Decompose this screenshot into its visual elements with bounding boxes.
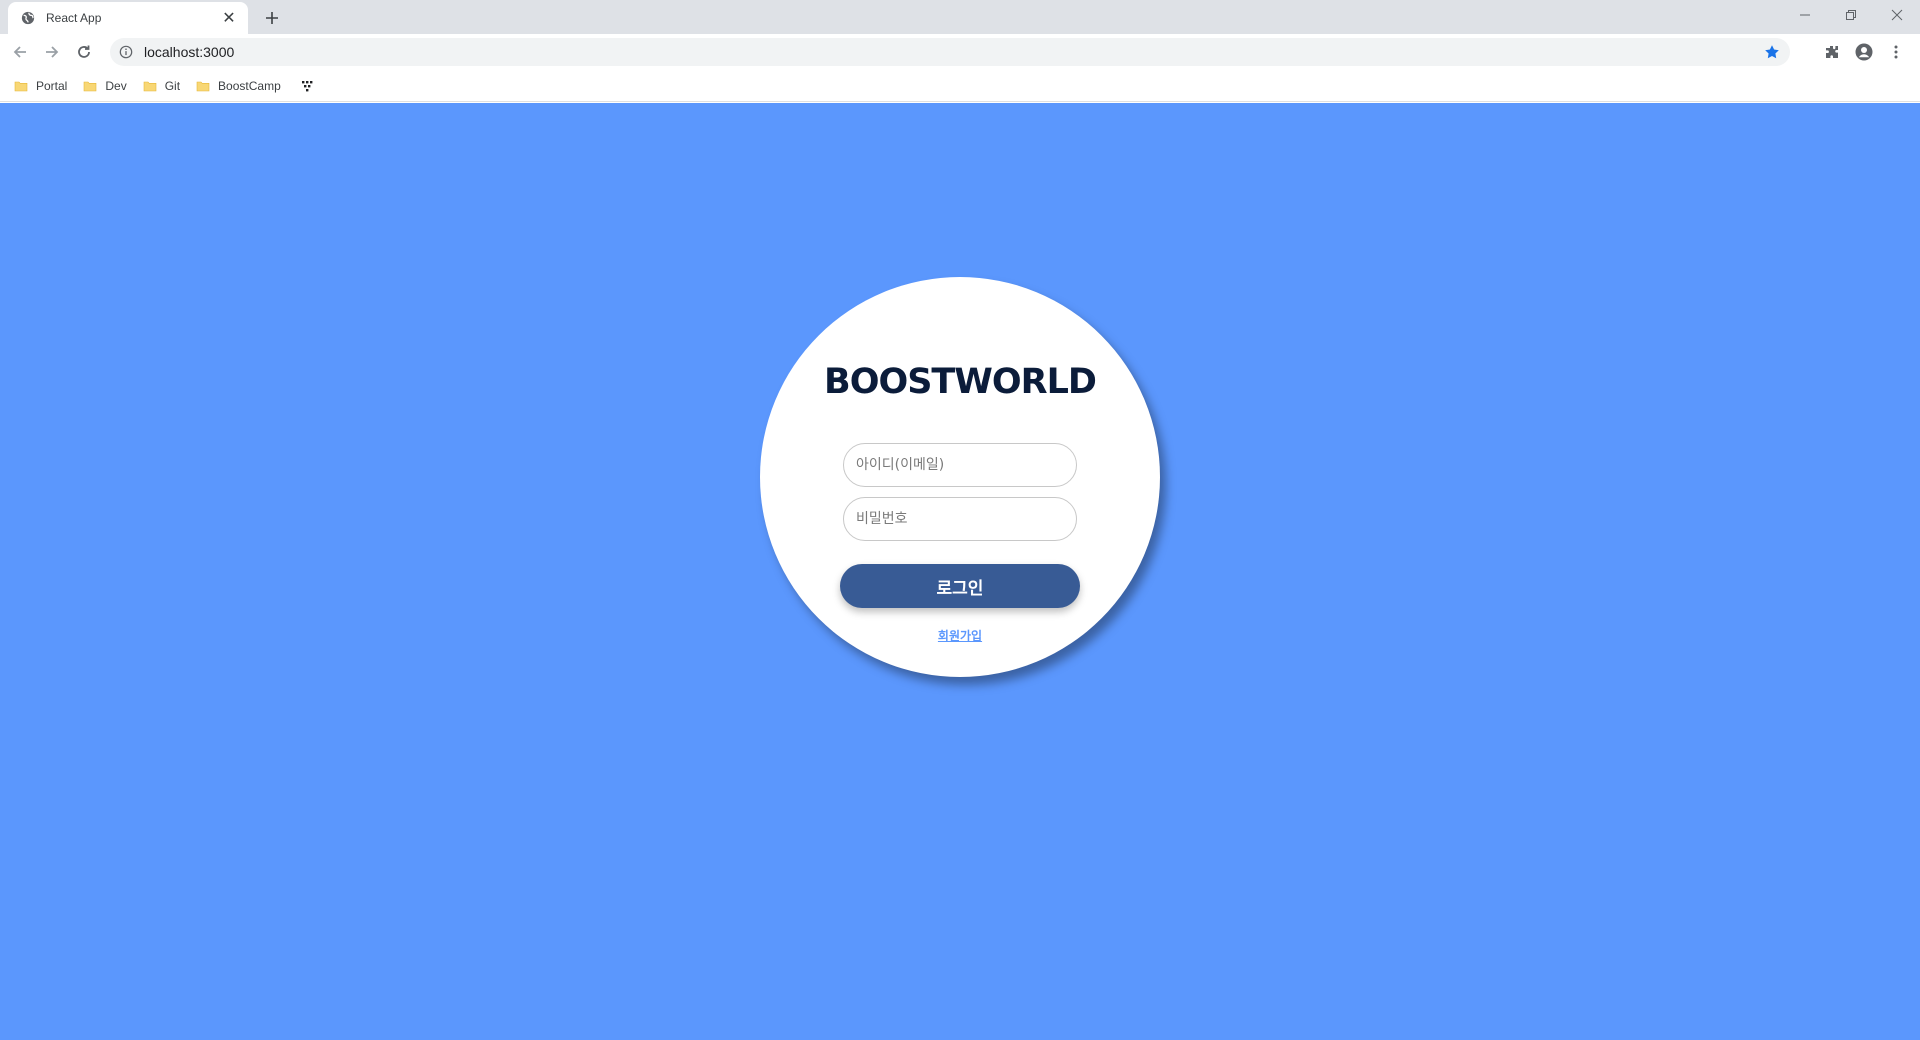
bookmark-git[interactable]: Git xyxy=(139,74,188,98)
password-field[interactable] xyxy=(843,497,1077,541)
plus-icon xyxy=(266,12,278,24)
forward-button[interactable] xyxy=(38,38,66,66)
login-panel: BOOSTWORLD 로그인 회원가입 xyxy=(760,277,1160,677)
browser-toolbar: localhost:3000 xyxy=(0,34,1920,70)
toolbar-actions xyxy=(1816,38,1912,66)
restore-button[interactable] xyxy=(1828,0,1874,30)
bookmarks-bar: Portal Dev Git BoostCamp xyxy=(0,70,1920,102)
tab-title: React App xyxy=(46,11,102,25)
browser-tab[interactable]: React App ✕ xyxy=(8,2,248,34)
signup-link[interactable]: 회원가입 xyxy=(760,627,1160,644)
bookmark-dev[interactable]: Dev xyxy=(79,74,134,98)
profile-icon[interactable] xyxy=(1848,38,1880,66)
new-tab-button[interactable] xyxy=(260,6,284,30)
bookmark-label: Git xyxy=(164,78,181,93)
bookmark-label: Dev xyxy=(105,78,127,93)
more-menu-icon[interactable] xyxy=(1880,38,1912,66)
email-field[interactable] xyxy=(843,443,1077,487)
bookmark-apps-icon[interactable] xyxy=(295,74,319,98)
url-text: localhost:3000 xyxy=(144,44,235,60)
close-icon xyxy=(1891,9,1903,21)
bookmark-label: Portal xyxy=(36,78,68,93)
folder-icon xyxy=(14,81,28,91)
reload-button[interactable] xyxy=(70,38,98,66)
back-button[interactable] xyxy=(6,38,34,66)
folder-icon xyxy=(143,81,157,91)
address-bar[interactable]: localhost:3000 xyxy=(110,38,1790,66)
bookmark-boostcamp[interactable]: BoostCamp xyxy=(192,74,289,98)
close-tab-icon[interactable]: ✕ xyxy=(220,9,238,27)
bookmark-label: BoostCamp xyxy=(218,78,281,93)
minimize-button[interactable] xyxy=(1782,0,1828,30)
app-logo: BOOSTWORLD xyxy=(824,362,1097,402)
folder-icon xyxy=(84,81,97,91)
extensions-icon[interactable] xyxy=(1816,38,1848,66)
globe-icon xyxy=(20,10,36,26)
page-viewport: BOOSTWORLD 로그인 회원가입 xyxy=(0,103,1920,1040)
tab-strip: React App ✕ xyxy=(0,0,1920,34)
login-button[interactable]: 로그인 xyxy=(840,564,1080,608)
restore-icon xyxy=(1846,10,1856,20)
minimize-icon xyxy=(1800,14,1810,16)
bookmark-star-icon[interactable] xyxy=(1762,42,1782,62)
window-controls xyxy=(1782,0,1920,30)
info-icon[interactable] xyxy=(118,44,134,60)
arrow-right-icon xyxy=(46,46,59,58)
reload-icon xyxy=(78,45,90,58)
folder-icon xyxy=(196,81,210,91)
bookmark-portal[interactable]: Portal xyxy=(10,74,75,98)
arrow-left-icon xyxy=(13,46,26,58)
close-window-button[interactable] xyxy=(1874,0,1920,30)
